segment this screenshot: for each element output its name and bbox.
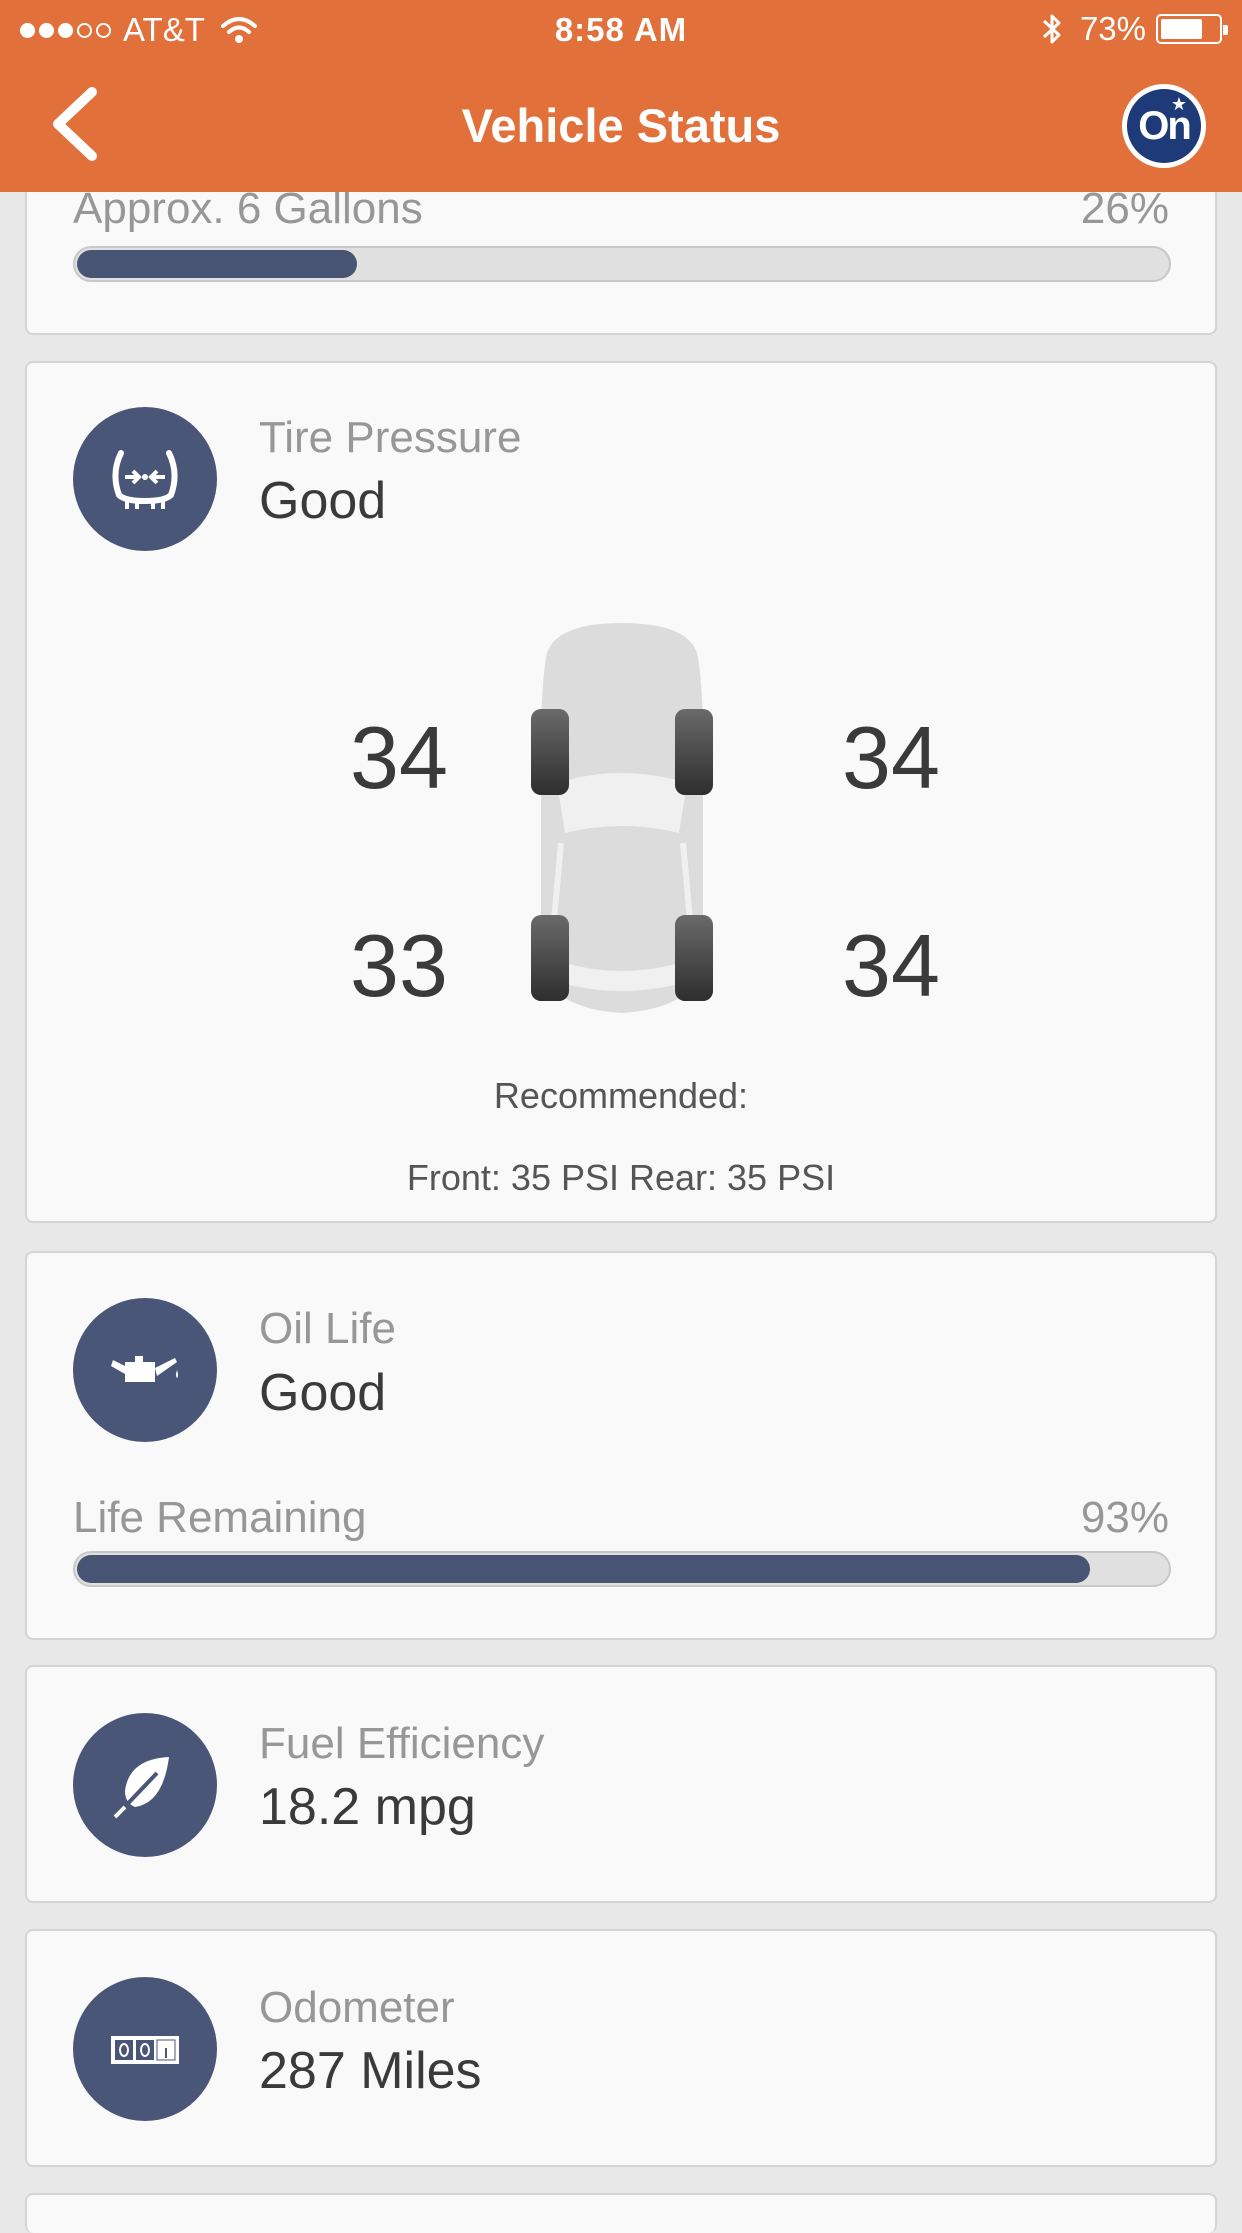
life-remaining-label: Life Remaining: [73, 1493, 367, 1542]
oil-life-title: Oil Life: [259, 1304, 396, 1353]
header: AT&T 8:58 AM 73% Vehicle Status On ★: [0, 0, 1242, 192]
oil-life-status: Good: [259, 1364, 387, 1422]
tire-pressure-icon: [73, 407, 217, 551]
tire-pressure-status: Good: [259, 472, 387, 530]
battery-percent: 73%: [1079, 10, 1146, 47]
fuel-efficiency-card[interactable]: Fuel Efficiency 18.2 mpg: [25, 1665, 1217, 1903]
onstar-logo-icon: On ★: [1127, 89, 1201, 163]
tire-rear-right-value: 34: [842, 916, 940, 1015]
oil-life-progress-bar: [73, 1551, 1171, 1587]
tire-front-right: [675, 709, 713, 795]
tire-front-right-value: 34: [842, 708, 940, 807]
bluetooth-icon: [1042, 14, 1061, 44]
car-diagram: [531, 623, 713, 1013]
odometer-icon: [73, 1977, 217, 2121]
tire-rear-left: [531, 915, 569, 1001]
status-bar: AT&T 8:58 AM 73%: [0, 0, 1242, 62]
leaf-icon: [73, 1713, 217, 1857]
fuel-efficiency-title: Fuel Efficiency: [259, 1719, 545, 1768]
recommended-label: Recommended:: [493, 1075, 749, 1116]
oil-life-card[interactable]: Oil Life Good Life Remaining 93%: [25, 1251, 1217, 1640]
oil-can-icon: [73, 1298, 217, 1442]
tire-pressure-card[interactable]: Tire Pressure Good 34 34 33 34 Recommend…: [25, 361, 1217, 1223]
odometer-title: Odometer: [259, 1983, 455, 2032]
onstar-button[interactable]: On ★: [1122, 84, 1206, 168]
recommended-values: Front: 35 PSI Rear: 35 PSI: [406, 1157, 836, 1198]
status-right: 73%: [1040, 10, 1228, 48]
tire-rear-left-value: 33: [350, 916, 448, 1015]
tire-front-left-value: 34: [350, 708, 448, 807]
next-card-partial: [25, 2193, 1217, 2233]
oil-life-progress-fill: [77, 1555, 1091, 1583]
battery-cap: [1223, 25, 1228, 35]
tire-front-left: [531, 709, 569, 795]
fuel-progress-fill: [77, 250, 358, 278]
battery-fill: [1161, 19, 1202, 39]
odometer-card[interactable]: Odometer 287 Miles: [25, 1929, 1217, 2167]
battery-icon: [1156, 14, 1228, 44]
tire-rear-right: [675, 915, 713, 1001]
page-title: Vehicle Status: [461, 99, 781, 152]
fuel-progress-bar: [73, 246, 1171, 282]
fuel-efficiency-value: 18.2 mpg: [259, 1778, 476, 1836]
oil-life-percent: 93%: [1080, 1493, 1169, 1542]
tire-pressure-title: Tire Pressure: [259, 413, 522, 462]
odometer-value: 287 Miles: [259, 2042, 482, 2100]
star-icon: ★: [1170, 94, 1187, 114]
nav-bar: Vehicle Status On ★: [0, 62, 1242, 192]
